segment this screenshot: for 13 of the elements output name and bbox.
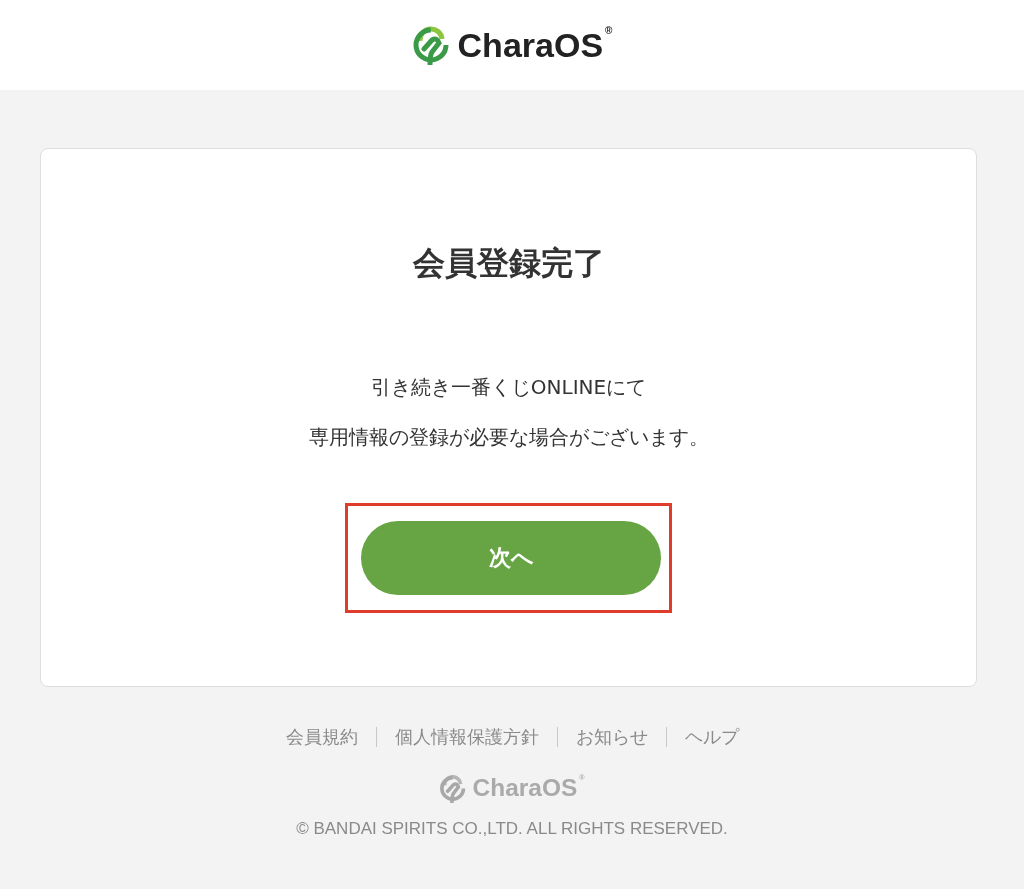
message-text: 専用情報の登録が必要な場合がございます。 (308, 424, 709, 451)
logo-icon (411, 25, 450, 65)
footer-link[interactable]: ヘルプ (684, 723, 739, 751)
logo-icon (439, 774, 467, 803)
page-title: 会員登録完了 (412, 243, 605, 284)
message-text: 引き続き一番くじONLINEにて (370, 374, 647, 401)
footer-link[interactable]: 個人情報保護方針 (394, 723, 539, 751)
footer-link[interactable]: 会員規約 (285, 723, 358, 751)
logo-text: CharaOS$^{®}$ (457, 25, 613, 65)
footer-link[interactable]: お知らせ (575, 723, 648, 751)
logo-text: CharaOS$^{®}$ (472, 774, 585, 803)
next-button[interactable]: 次へ (361, 521, 661, 595)
copyright-text: © BANDAI SPIRITS CO.,LTD. ALL RIGHTS RESERVED. (296, 817, 728, 840)
